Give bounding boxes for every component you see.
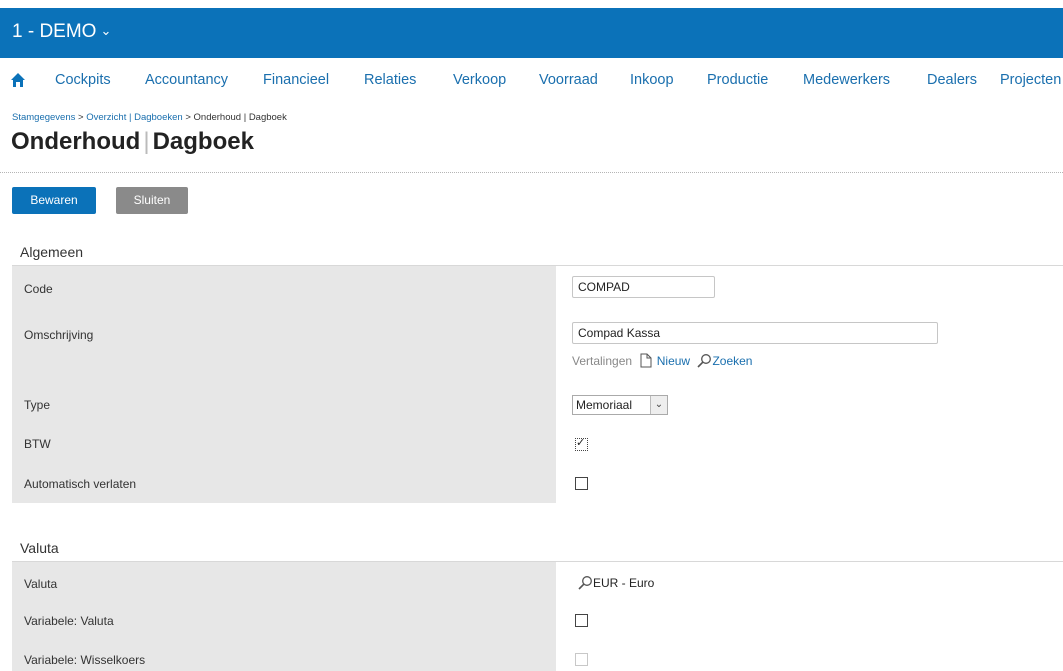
type-select[interactable]: Memoriaal ⌄	[572, 395, 668, 415]
title-divider	[0, 172, 1063, 173]
breadcrumb-stamgegevens[interactable]: Stamgegevens	[12, 112, 75, 123]
breadcrumb-separator: >	[78, 112, 84, 123]
type-select-value: Memoriaal	[576, 398, 633, 412]
variable-currency-checkbox[interactable]	[575, 614, 588, 627]
menu-item-relaties[interactable]: Relaties	[364, 72, 416, 88]
main-menu: Cockpits Accountancy Financieel Relaties…	[0, 58, 1063, 102]
breadcrumb-current: Onderhoud | Dagboek	[193, 112, 287, 123]
new-document-icon	[640, 353, 652, 368]
menu-item-financieel[interactable]: Financieel	[263, 72, 329, 88]
top-bar: 1 - DEMO ⌄	[0, 8, 1063, 58]
page-title-main: Onderhoud	[11, 128, 141, 155]
menu-item-inkoop[interactable]: Inkoop	[630, 72, 674, 88]
code-label: Code	[24, 282, 53, 296]
variable-rate-label: Variabele: Wisselkoers	[24, 653, 146, 667]
menu-item-voorraad[interactable]: Voorraad	[539, 72, 598, 88]
menu-item-productie[interactable]: Productie	[707, 72, 768, 88]
variable-rate-checkbox	[575, 653, 588, 666]
currency-lookup[interactable]: EUR - Euro	[577, 575, 654, 590]
vat-checkbox[interactable]: ✓	[575, 437, 588, 451]
chevron-down-icon: ⌄	[650, 396, 667, 414]
labels-panel-algemeen	[12, 266, 556, 503]
page-title-sub: Dagboek	[152, 128, 254, 155]
menu-item-medewerkers[interactable]: Medewerkers	[803, 72, 890, 88]
search-icon	[578, 576, 592, 590]
description-field[interactable]	[572, 322, 938, 344]
search-icon	[697, 354, 712, 368]
variable-currency-label: Variabele: Valuta	[24, 614, 114, 628]
currency-value: EUR - Euro	[593, 576, 655, 590]
home-icon[interactable]	[10, 72, 26, 88]
type-label: Type	[24, 398, 51, 412]
description-label: Omschrijving	[24, 328, 94, 342]
code-field[interactable]	[572, 276, 715, 298]
currency-label: Valuta	[24, 577, 58, 591]
page-title: Onderhoud | Dagboek	[11, 128, 254, 156]
menu-item-cockpits[interactable]: Cockpits	[55, 72, 111, 88]
vat-label: BTW	[24, 437, 51, 451]
translations-new-link[interactable]: Nieuw	[657, 354, 690, 368]
auto-leave-checkbox[interactable]	[575, 477, 588, 490]
page-title-separator: |	[143, 128, 150, 155]
breadcrumb-overzicht[interactable]: Overzicht | Dagboeken	[86, 112, 182, 123]
translations-label: Vertalingen	[572, 354, 633, 368]
breadcrumb: Stamgegevens > Overzicht | Dagboeken > O…	[12, 112, 287, 123]
translations-row: Vertalingen Nieuw Zoeken	[572, 353, 752, 368]
close-button[interactable]: Sluiten	[116, 187, 188, 214]
auto-leave-label: Automatisch verlaten	[24, 477, 137, 491]
breadcrumb-separator: >	[185, 112, 191, 123]
company-name: 1 - DEMO	[12, 21, 97, 42]
section-title-valuta: Valuta	[20, 540, 59, 556]
chevron-down-icon: ⌄	[100, 23, 112, 38]
checkmark-icon: ✓	[576, 437, 586, 449]
translations-search-link[interactable]: Zoeken	[712, 354, 752, 368]
menu-item-accountancy[interactable]: Accountancy	[145, 72, 228, 88]
save-button[interactable]: Bewaren	[12, 187, 96, 214]
menu-item-dealers[interactable]: Dealers	[927, 72, 977, 88]
company-selector[interactable]: 1 - DEMO ⌄	[12, 21, 111, 43]
section-title-algemeen: Algemeen	[20, 244, 84, 260]
menu-item-verkoop[interactable]: Verkoop	[453, 72, 506, 88]
menu-item-projecten[interactable]: Projecten	[1000, 72, 1061, 88]
